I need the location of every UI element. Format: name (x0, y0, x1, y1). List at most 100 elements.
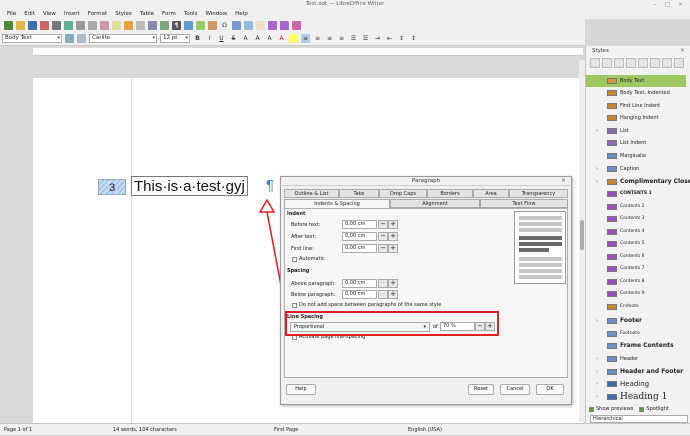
chevron-right-icon[interactable]: › (596, 378, 598, 390)
ordered-list-icon[interactable]: ☰ (361, 34, 370, 43)
menu-window[interactable]: Window (201, 9, 231, 19)
menu-form[interactable]: Form (158, 9, 180, 19)
basic-shapes-icon[interactable] (292, 21, 301, 30)
before-text-field[interactable]: 0,00 cm (342, 220, 377, 229)
plus-icon[interactable]: + (388, 220, 398, 229)
menu-format[interactable]: Format (84, 9, 111, 19)
spotlight-option[interactable]: Spotlight (639, 405, 669, 414)
strikethrough-icon[interactable]: S (229, 34, 238, 43)
style-item[interactable]: Endnote (586, 301, 686, 313)
chevron-right-icon[interactable]: › (596, 353, 598, 365)
style-item[interactable]: CONTENTS 1 (586, 188, 686, 200)
new-style-icon[interactable] (674, 58, 684, 68)
minus-icon[interactable]: − (378, 279, 388, 288)
show-previews-option[interactable]: Show previews (589, 405, 633, 414)
cut-icon[interactable] (76, 21, 85, 30)
subscript-icon[interactable]: A (253, 34, 262, 43)
decrease-indent-icon[interactable]: ⇤ (385, 34, 394, 43)
menu-styles[interactable]: Styles (111, 9, 136, 19)
status-page-style[interactable]: First Page (274, 424, 298, 436)
insert-line-icon[interactable] (280, 21, 289, 30)
find-replace-icon[interactable] (148, 21, 157, 30)
window-controls[interactable]: – □ × (653, 0, 686, 9)
automatic-checkbox[interactable]: Automatic (292, 256, 325, 262)
style-item[interactable]: › Header (586, 353, 686, 365)
export-pdf-icon[interactable] (40, 21, 49, 30)
first-line-field[interactable]: 0,00 cm (342, 244, 377, 253)
style-item[interactable]: Body Text, Indented (586, 87, 686, 99)
style-item[interactable]: First Line Indent (586, 100, 686, 112)
justify-icon[interactable]: ≡ (337, 34, 346, 43)
plus-icon[interactable]: + (388, 279, 398, 288)
style-item[interactable]: Contents 4 (586, 226, 686, 238)
style-item[interactable]: Contents 3 (586, 213, 686, 225)
insert-chart-icon[interactable] (208, 21, 217, 30)
no-space-checkbox[interactable]: Do not add space between paragraphs of t… (292, 302, 441, 308)
chevron-right-icon[interactable]: › (596, 315, 598, 327)
tab-text-flow[interactable]: Text Flow (480, 199, 568, 208)
align-center-icon[interactable]: ≡ (313, 34, 322, 43)
style-item[interactable]: › Heading 1 (586, 391, 686, 403)
style-item[interactable]: Contents 9 (586, 288, 686, 300)
font-color-icon[interactable]: A (277, 34, 286, 43)
insert-table-icon[interactable] (184, 21, 193, 30)
list-styles-icon[interactable] (638, 58, 648, 68)
hyperlink-icon[interactable] (232, 21, 241, 30)
tab-area[interactable]: Area (473, 189, 509, 198)
chevron-right-icon[interactable]: › (596, 163, 598, 175)
menu-tools[interactable]: Tools (180, 9, 202, 19)
menu-edit[interactable]: Edit (20, 9, 39, 19)
horizontal-ruler[interactable] (33, 48, 583, 56)
close-icon[interactable]: × (680, 47, 685, 54)
ok-button[interactable]: OK (536, 384, 564, 395)
open-icon[interactable] (16, 21, 25, 30)
help-button[interactable]: Help (286, 384, 316, 395)
save-icon[interactable] (28, 21, 37, 30)
style-item[interactable]: Marginalia (586, 150, 686, 162)
print-preview-icon[interactable] (64, 21, 73, 30)
menu-file[interactable]: File (3, 9, 20, 19)
unordered-list-icon[interactable]: ☰ (349, 34, 358, 43)
paragraph-styles-icon[interactable] (590, 58, 600, 68)
style-item[interactable]: › Header and Footer (586, 366, 686, 378)
paragraph-spacing-icon[interactable]: ↕ (397, 34, 406, 43)
increase-indent-icon[interactable]: ⇥ (373, 34, 382, 43)
paste-icon[interactable] (100, 21, 109, 30)
reset-button[interactable]: Reset (468, 384, 494, 395)
tab-tabs[interactable]: Tabs (339, 189, 379, 198)
italic-icon[interactable]: I (205, 34, 214, 43)
superscript-icon[interactable]: A (241, 34, 250, 43)
menu-view[interactable]: View (39, 9, 60, 19)
comment-icon[interactable] (256, 21, 265, 30)
cancel-button[interactable]: Cancel (500, 384, 530, 395)
style-item[interactable]: › Footer (586, 315, 686, 327)
style-item[interactable]: › Caption (586, 163, 686, 175)
status-word-count[interactable]: 14 words, 104 characters (113, 424, 177, 436)
style-item[interactable]: Contents 6 (586, 251, 686, 263)
close-icon[interactable]: × (561, 176, 566, 186)
footnote-icon[interactable] (244, 21, 253, 30)
highlight-icon[interactable] (289, 34, 298, 43)
underline-icon[interactable]: U (217, 34, 226, 43)
clone-formatting-icon[interactable] (112, 21, 121, 30)
style-item[interactable]: Footnote (586, 328, 686, 340)
style-item[interactable]: Contents 5 (586, 238, 686, 250)
plus-icon[interactable]: + (388, 244, 398, 253)
above-paragraph-field[interactable]: 0,00 cm (342, 279, 377, 288)
minus-icon[interactable]: − (378, 290, 388, 299)
font-size-combo[interactable]: 12 pt ▾ (160, 34, 190, 43)
update-style-icon[interactable] (65, 34, 74, 43)
tab-drop-caps[interactable]: Drop Caps (379, 189, 427, 198)
print-icon[interactable] (52, 21, 61, 30)
paragraph-text[interactable]: This·is·a·test·gyj (131, 176, 248, 196)
track-changes-icon[interactable] (268, 21, 277, 30)
fill-format-icon[interactable] (662, 58, 672, 68)
tab-alignment[interactable]: Alignment (390, 199, 480, 208)
style-item[interactable]: Contents 8 (586, 276, 686, 288)
style-item[interactable]: › List (586, 125, 686, 137)
line-spacing-icon[interactable]: ↕ (409, 34, 418, 43)
minus-icon[interactable]: − (378, 244, 388, 253)
bold-icon[interactable]: B (193, 34, 202, 43)
undo-icon[interactable] (124, 21, 133, 30)
frame-styles-icon[interactable] (614, 58, 624, 68)
